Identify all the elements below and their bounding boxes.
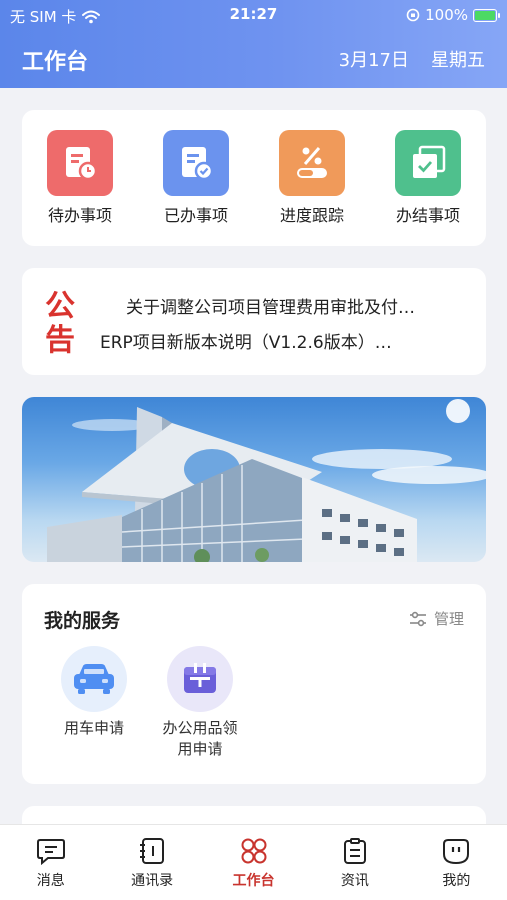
- quick-action-label: 已办事项: [163, 206, 228, 225]
- news-icon: [343, 838, 366, 864]
- app-header: 无 SIM 卡 21:27 100% 工作台 3月17日 星期五: [0, 0, 507, 88]
- tab-contacts[interactable]: 通讯录: [101, 825, 202, 900]
- message-icon: [36, 839, 65, 865]
- notice-badge: 公 告: [40, 290, 80, 358]
- battery-percent: 100%: [425, 6, 468, 24]
- car-icon: [61, 646, 127, 712]
- notice-item[interactable]: ERP项目新版本说明（V1.2.6版本）…: [100, 328, 470, 353]
- office-supplies-icon: [167, 646, 233, 712]
- service-vehicle-request[interactable]: 用车申请: [39, 646, 149, 739]
- tab-label: 工作台: [232, 873, 275, 889]
- quick-action-todo[interactable]: 待办事项: [30, 130, 130, 246]
- header-date: 3月17日 星期五: [339, 46, 485, 72]
- tab-label: 消息: [36, 873, 65, 889]
- service-label-line: 办公用品领: [162, 719, 238, 737]
- checkbox-stack-icon: [395, 130, 461, 196]
- tab-news[interactable]: 资讯: [304, 825, 405, 900]
- tab-label: 资讯: [340, 873, 369, 889]
- status-right: 100%: [406, 6, 500, 24]
- date-label: 3月17日: [338, 50, 409, 71]
- quick-actions-card: 待办事项 已办事项 进度跟踪 办结事项: [22, 110, 486, 246]
- tab-messages[interactable]: 消息: [0, 825, 101, 900]
- quick-action-label: 待办事项: [47, 206, 112, 225]
- service-label: 办公用品领 用申请: [150, 718, 250, 760]
- services-card: 我的服务 管理 用车申请 办公用品领 用申请: [22, 584, 486, 784]
- office-building-illustration: [47, 399, 486, 562]
- tab-label: 通讯录: [131, 873, 174, 889]
- tab-label: 我的: [442, 873, 471, 889]
- notice-item[interactable]: 关于调整公司项目管理费用审批及付…: [126, 293, 478, 318]
- services-manage-button[interactable]: 管理: [408, 608, 464, 629]
- quick-action-completed[interactable]: 办结事项: [378, 130, 478, 246]
- quick-action-label: 办结事项: [395, 206, 460, 225]
- tab-profile[interactable]: 我的: [406, 825, 507, 900]
- notice-badge-char: 公: [45, 289, 75, 324]
- weekday-label: 星期五: [431, 50, 485, 71]
- battery-icon: [473, 8, 500, 22]
- banner-image[interactable]: [22, 397, 486, 562]
- page-title: 工作台: [22, 50, 89, 75]
- status-bar: 无 SIM 卡 21:27 100%: [0, 0, 507, 30]
- quick-action-label: 进度跟踪: [279, 206, 344, 225]
- manage-label: 管理: [433, 610, 464, 628]
- notice-card: 公 告 关于调整公司项目管理费用审批及付… ERP项目新版本说明（V1.2.6版…: [22, 268, 486, 375]
- orientation-lock-icon: [406, 8, 420, 22]
- quick-action-progress[interactable]: 进度跟踪: [262, 130, 362, 246]
- workbench-icon: [241, 838, 267, 864]
- contacts-icon: [140, 838, 165, 864]
- notice-badge-char: 告: [45, 323, 75, 358]
- percent-progress-icon: [279, 130, 345, 196]
- bottom-tab-bar: 消息 通讯录 工作台 资讯 我的: [0, 824, 507, 900]
- service-label: 用车申请: [63, 719, 124, 737]
- service-office-supplies-request[interactable]: 办公用品领 用申请: [145, 646, 255, 760]
- clipboard-clock-icon: [47, 130, 113, 196]
- sliders-icon: [409, 611, 426, 626]
- profile-icon: [443, 839, 470, 865]
- quick-action-done[interactable]: 已办事项: [146, 130, 246, 246]
- tab-workbench[interactable]: 工作台: [203, 825, 304, 900]
- services-title: 我的服务: [44, 610, 121, 632]
- clipboard-check-icon: [163, 130, 229, 196]
- service-label-line: 用申请: [177, 740, 223, 758]
